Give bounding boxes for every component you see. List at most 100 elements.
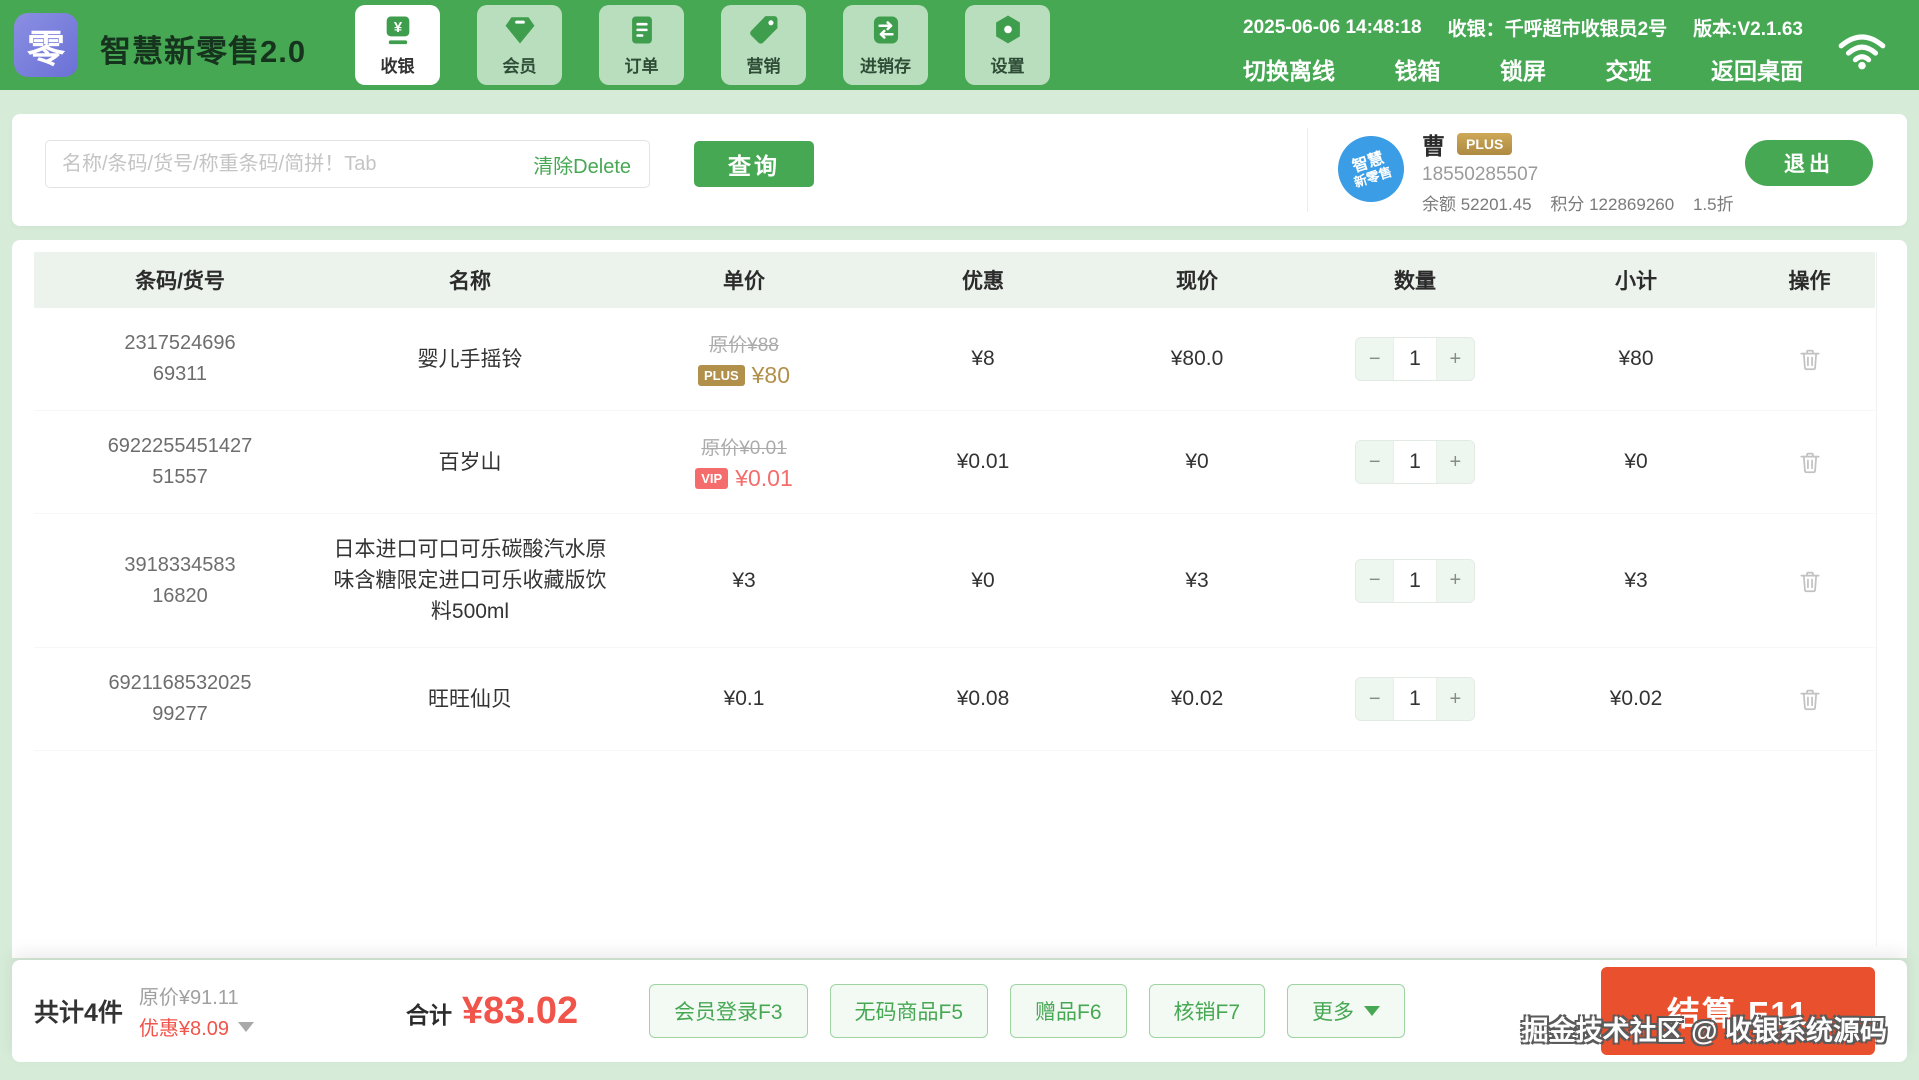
delete-row-button[interactable] bbox=[1797, 449, 1823, 475]
cart-table-card: 条码/货号 名称 单价 优惠 现价 数量 小计 操作 2317524696 69311 婴儿手摇铃… bbox=[12, 240, 1907, 958]
minus-button[interactable]: − bbox=[1356, 678, 1394, 720]
total-label: 合计 bbox=[405, 1001, 452, 1028]
header-action-2[interactable]: 锁屏 bbox=[1500, 52, 1546, 86]
column-header-3: 优惠 bbox=[962, 270, 1004, 293]
footer-total: 合计 ¥83.02 bbox=[406, 990, 578, 1033]
logout-button[interactable]: 退出 bbox=[1745, 140, 1873, 186]
nav-settings-label: 设置 bbox=[990, 57, 1025, 76]
nav-inventory[interactable]: 进销存 bbox=[843, 5, 928, 85]
header-row-1: 2025-06-06 14:48:18 收银：千呼超市收银员2号 版本:V2.1… bbox=[1243, 14, 1803, 41]
cell-actions bbox=[1744, 346, 1875, 372]
subtotal-value: ¥80 bbox=[1618, 347, 1654, 370]
table-row: 6922255451427 51557 百岁山 原价¥0.01 VIP ¥0.01 ¥0.0… bbox=[34, 411, 1875, 514]
current-price-value: ¥3 bbox=[1185, 568, 1209, 592]
settings-icon bbox=[991, 13, 1025, 47]
column-header-4: 现价 bbox=[1176, 270, 1218, 293]
plus-button[interactable]: + bbox=[1436, 338, 1474, 380]
subtotal-value: ¥3 bbox=[1624, 568, 1648, 592]
nav-order[interactable]: 订单 bbox=[599, 5, 684, 85]
cell-actions bbox=[1744, 686, 1875, 712]
member-phone: 18550285507 bbox=[1422, 164, 1539, 185]
footer-button-1[interactable]: 无码商品F5 bbox=[829, 984, 989, 1038]
member-discount-rate: 1.5折 bbox=[1692, 195, 1734, 214]
minus-button[interactable]: − bbox=[1356, 338, 1394, 380]
query-button[interactable]: 查询 bbox=[694, 141, 814, 187]
current-price-value: ¥80.0 bbox=[1170, 347, 1224, 370]
member-stats: 余额 52201.45 积分 122869260 1.5折 bbox=[1422, 190, 1748, 215]
app-logo: 零 bbox=[14, 13, 78, 77]
column-header-5: 数量 bbox=[1394, 270, 1436, 293]
cell-subtotal: ¥0 bbox=[1528, 450, 1744, 474]
cell-actions bbox=[1744, 568, 1875, 594]
cell-current-price: ¥0.02 bbox=[1092, 687, 1302, 711]
discount-value: ¥0.08 bbox=[956, 687, 1010, 710]
cell-subtotal: ¥3 bbox=[1528, 569, 1744, 593]
svg-text:¥: ¥ bbox=[393, 20, 402, 36]
cell-unit-price: 原价¥88 PLUS ¥80 bbox=[614, 330, 874, 389]
nav-member[interactable]: 会员 bbox=[477, 5, 562, 85]
header-actions: 切换离线 钱箱 锁屏 交班 返回桌面 bbox=[1243, 52, 1803, 86]
cell-barcode: 3918334583 16820 bbox=[34, 550, 326, 612]
total-count: 共计4件 bbox=[34, 999, 123, 1027]
nav-marketing[interactable]: 营销 bbox=[721, 5, 806, 85]
cell-unit-price: ¥0.1 bbox=[614, 687, 874, 711]
table-row: 3918334583 16820 日本进口可口可乐碳酸汽水原味含糖限定进口可乐收藏版… bbox=[34, 514, 1875, 648]
more-label: 更多 bbox=[1312, 1001, 1355, 1024]
header-action-1[interactable]: 钱箱 bbox=[1395, 52, 1441, 86]
avatar-logo: 智慧 新零售 bbox=[1350, 149, 1395, 190]
scrollbar-track[interactable] bbox=[1876, 252, 1877, 946]
trash-icon bbox=[1799, 571, 1820, 592]
header-nav: ¥ 收银 会员 订单 营销 进销存 设置 bbox=[355, 5, 1050, 85]
footer-button-3[interactable]: 核销F7 bbox=[1148, 984, 1266, 1038]
footer-buttons: 会员登录F3 无码商品F5 赠品F6 核销F7 更多 bbox=[649, 984, 1406, 1038]
plus-button[interactable]: + bbox=[1436, 441, 1474, 483]
table-body: 2317524696 69311 婴儿手摇铃 原价¥88 PLUS ¥80 ¥8 ¥80.0 −… bbox=[34, 308, 1875, 751]
delete-row-button[interactable] bbox=[1797, 686, 1823, 712]
header-action-3[interactable]: 交班 bbox=[1606, 52, 1652, 86]
plus-button[interactable]: + bbox=[1436, 559, 1474, 602]
nav-settings[interactable]: 设置 bbox=[965, 5, 1050, 85]
unit-price: ¥0.1 bbox=[723, 687, 765, 710]
original-price: 原价¥88 bbox=[709, 334, 779, 356]
current-price-value: ¥0.02 bbox=[1170, 687, 1224, 710]
quantity-value[interactable]: 1 bbox=[1393, 338, 1437, 380]
checkout-button[interactable]: 结算 F11 bbox=[1601, 967, 1875, 1055]
delete-row-button[interactable] bbox=[1797, 568, 1823, 594]
cell-quantity: −1 + bbox=[1302, 440, 1528, 484]
footer-stats: 原价¥91.11 优惠¥8.09 bbox=[139, 981, 254, 1041]
cell-quantity: −1 + bbox=[1302, 677, 1528, 721]
member-plus-badge: PLUS bbox=[1457, 133, 1513, 155]
plus-button[interactable]: + bbox=[1436, 678, 1474, 720]
chevron-down-icon bbox=[1364, 1006, 1381, 1016]
quantity-value[interactable]: 1 bbox=[1393, 559, 1437, 602]
product-name: 婴儿手摇铃 bbox=[417, 347, 523, 371]
subtotal-value: ¥0.02 bbox=[1609, 687, 1663, 710]
product-name: 旺旺仙贝 bbox=[428, 687, 512, 711]
more-button[interactable]: 更多 bbox=[1287, 984, 1406, 1038]
discount-total[interactable]: 优惠¥8.09 bbox=[139, 1012, 254, 1041]
cell-name: 日本进口可口可乐碳酸汽水原味含糖限定进口可乐收藏版饮料500ml bbox=[326, 534, 614, 627]
clear-delete-button[interactable]: 清除Delete bbox=[533, 150, 649, 179]
nav-cashier[interactable]: ¥ 收银 bbox=[355, 5, 440, 85]
minus-button[interactable]: − bbox=[1356, 559, 1394, 602]
original-price: 原价¥0.01 bbox=[701, 437, 787, 459]
member-price: ¥80 bbox=[751, 361, 791, 388]
wifi-icon bbox=[1838, 34, 1886, 70]
column-header-7: 操作 bbox=[1788, 270, 1831, 293]
header-right: 2025-06-06 14:48:18 收银：千呼超市收银员2号 版本:V2.1… bbox=[1243, 14, 1887, 86]
header-action-0[interactable]: 切换离线 bbox=[1243, 52, 1335, 86]
footer-button-2[interactable]: 赠品F6 bbox=[1010, 984, 1127, 1038]
footer-button-0[interactable]: 会员登录F3 bbox=[649, 984, 808, 1038]
quantity-value[interactable]: 1 bbox=[1393, 678, 1437, 720]
header-action-4[interactable]: 返回桌面 bbox=[1711, 52, 1803, 86]
cell-discount: ¥0 bbox=[874, 569, 1092, 593]
delete-row-button[interactable] bbox=[1797, 346, 1823, 372]
trash-icon bbox=[1799, 452, 1820, 474]
search-input[interactable] bbox=[46, 152, 534, 176]
quantity-value[interactable]: 1 bbox=[1393, 441, 1437, 483]
minus-button[interactable]: − bbox=[1356, 441, 1394, 483]
cell-name: 旺旺仙贝 bbox=[326, 684, 614, 715]
quantity-stepper: −1 + bbox=[1355, 337, 1475, 381]
trash-icon bbox=[1799, 689, 1820, 711]
nav-inventory-label: 进销存 bbox=[860, 57, 911, 76]
